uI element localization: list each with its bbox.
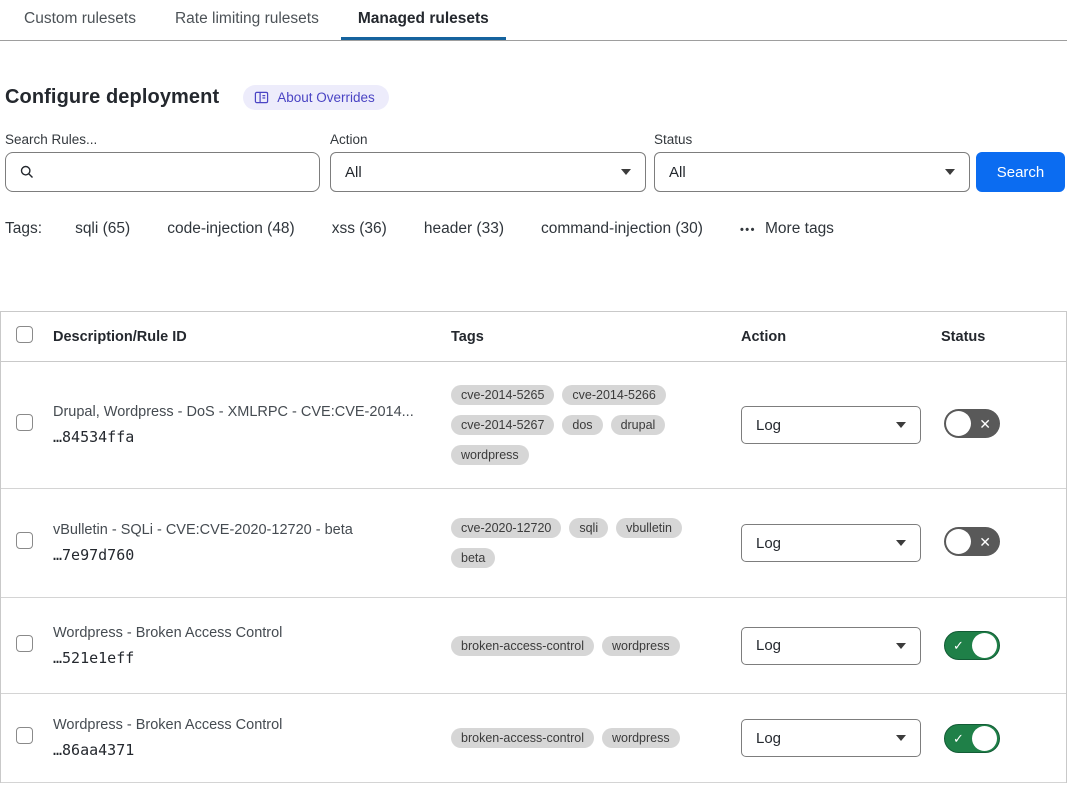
chevron-down-icon xyxy=(896,540,906,546)
search-button[interactable]: Search xyxy=(976,152,1065,192)
search-input[interactable] xyxy=(44,153,319,191)
action-filter-select[interactable]: All xyxy=(330,152,646,192)
table-header-row: Description/Rule ID Tags Action Status xyxy=(1,312,1066,362)
rule-id: …7e97d760 xyxy=(53,546,421,564)
action-filter-label: Action xyxy=(330,132,646,147)
tag-pill: wordpress xyxy=(451,445,529,465)
tab-bar: Custom rulesets Rate limiting rulesets M… xyxy=(0,0,1067,41)
column-header-status: Status xyxy=(941,329,1066,345)
rule-id: …84534ffa xyxy=(53,428,421,446)
tag-link-command-injection[interactable]: command-injection (30) xyxy=(541,220,703,238)
more-tags-label: More tags xyxy=(765,220,834,238)
table-row: vBulletin - SQLi - CVE:CVE-2020-12720 - … xyxy=(1,489,1066,598)
column-header-action: Action xyxy=(741,329,941,345)
search-rules-label: Search Rules... xyxy=(5,132,320,147)
tag-pill: wordpress xyxy=(602,728,680,748)
row-checkbox[interactable] xyxy=(16,532,33,549)
search-input-wrapper xyxy=(5,152,320,192)
toggle-knob xyxy=(972,633,997,658)
tab-rate-limiting-rulesets[interactable]: Rate limiting rulesets xyxy=(158,0,336,40)
action-filter-group: Action All xyxy=(330,132,646,192)
table-row: Wordpress - Broken Access Control …86aa4… xyxy=(1,694,1066,783)
book-icon xyxy=(254,90,269,105)
more-tags-button[interactable]: ••• More tags xyxy=(740,220,834,238)
filter-bar: Search Rules... Action All Status All Se… xyxy=(5,132,1067,192)
chevron-down-icon xyxy=(896,735,906,741)
search-icon xyxy=(19,164,35,180)
row-checkbox[interactable] xyxy=(16,635,33,652)
table-row: Wordpress - Broken Access Control …521e1… xyxy=(1,598,1066,694)
rule-description: Drupal, Wordpress - DoS - XMLRPC - CVE:C… xyxy=(53,404,421,420)
page-title: Configure deployment xyxy=(5,86,219,109)
action-select[interactable]: Log xyxy=(741,627,921,665)
about-overrides-link[interactable]: About Overrides xyxy=(243,85,389,110)
x-icon: ✕ xyxy=(979,535,991,549)
action-select-value: Log xyxy=(756,535,781,552)
status-toggle-off[interactable]: ✕ xyxy=(944,527,1000,556)
status-filter-select[interactable]: All xyxy=(654,152,970,192)
action-filter-value: All xyxy=(345,164,362,181)
toggle-knob xyxy=(972,726,997,751)
search-rules-group: Search Rules... xyxy=(5,132,320,192)
tag-pill: cve-2020-12720 xyxy=(451,518,561,538)
status-toggle-on[interactable]: ✓ xyxy=(944,724,1000,753)
tag-pill: sqli xyxy=(569,518,608,538)
tab-managed-rulesets[interactable]: Managed rulesets xyxy=(341,0,506,40)
chevron-down-icon xyxy=(621,169,631,175)
tag-pill: cve-2014-5266 xyxy=(562,385,665,405)
tag-link-sqli[interactable]: sqli (65) xyxy=(75,220,130,238)
tags-bar: Tags: sqli (65) code-injection (48) xss … xyxy=(5,220,1067,238)
tag-pill: dos xyxy=(562,415,602,435)
tag-pill: broken-access-control xyxy=(451,728,594,748)
table-row: Drupal, Wordpress - DoS - XMLRPC - CVE:C… xyxy=(1,362,1066,489)
status-filter-label: Status xyxy=(654,132,970,147)
rule-description: vBulletin - SQLi - CVE:CVE-2020-12720 - … xyxy=(53,522,421,538)
action-select-value: Log xyxy=(756,417,781,434)
action-select[interactable]: Log xyxy=(741,406,921,444)
status-toggle-on[interactable]: ✓ xyxy=(944,631,1000,660)
tag-pill: cve-2014-5267 xyxy=(451,415,554,435)
toggle-knob xyxy=(946,529,971,554)
tag-link-code-injection[interactable]: code-injection (48) xyxy=(167,220,295,238)
status-filter-value: All xyxy=(669,164,686,181)
row-checkbox[interactable] xyxy=(16,414,33,431)
status-toggle-off[interactable]: ✕ xyxy=(944,409,1000,438)
action-select-value: Log xyxy=(756,730,781,747)
status-filter-group: Status All xyxy=(654,132,970,192)
tab-custom-rulesets[interactable]: Custom rulesets xyxy=(7,0,153,40)
rule-id: …86aa4371 xyxy=(53,741,421,759)
check-icon: ✓ xyxy=(953,639,964,652)
check-icon: ✓ xyxy=(953,732,964,745)
row-checkbox[interactable] xyxy=(16,727,33,744)
tag-pill: cve-2014-5265 xyxy=(451,385,554,405)
action-select[interactable]: Log xyxy=(741,719,921,757)
tag-pill: vbulletin xyxy=(616,518,682,538)
action-select[interactable]: Log xyxy=(741,524,921,562)
tag-pill: drupal xyxy=(611,415,666,435)
tag-link-header[interactable]: header (33) xyxy=(424,220,504,238)
page-header: Configure deployment About Overrides xyxy=(5,85,1067,110)
chevron-down-icon xyxy=(896,422,906,428)
column-header-description: Description/Rule ID xyxy=(53,329,451,345)
action-select-value: Log xyxy=(756,637,781,654)
column-header-tags: Tags xyxy=(451,329,741,345)
tags-bar-label: Tags: xyxy=(5,220,42,238)
ellipsis-icon: ••• xyxy=(740,224,756,236)
toggle-knob xyxy=(946,411,971,436)
tag-pill: beta xyxy=(451,548,495,568)
rule-description: Wordpress - Broken Access Control xyxy=(53,625,421,641)
chevron-down-icon xyxy=(896,643,906,649)
rule-description: Wordpress - Broken Access Control xyxy=(53,717,421,733)
chevron-down-icon xyxy=(945,169,955,175)
tag-link-xss[interactable]: xss (36) xyxy=(332,220,387,238)
rules-table: Description/Rule ID Tags Action Status D… xyxy=(0,311,1067,783)
about-overrides-label: About Overrides xyxy=(277,90,375,105)
tag-pill: wordpress xyxy=(602,636,680,656)
tag-pill: broken-access-control xyxy=(451,636,594,656)
rule-id: …521e1eff xyxy=(53,649,421,667)
x-icon: ✕ xyxy=(979,417,991,431)
select-all-checkbox[interactable] xyxy=(16,326,33,343)
